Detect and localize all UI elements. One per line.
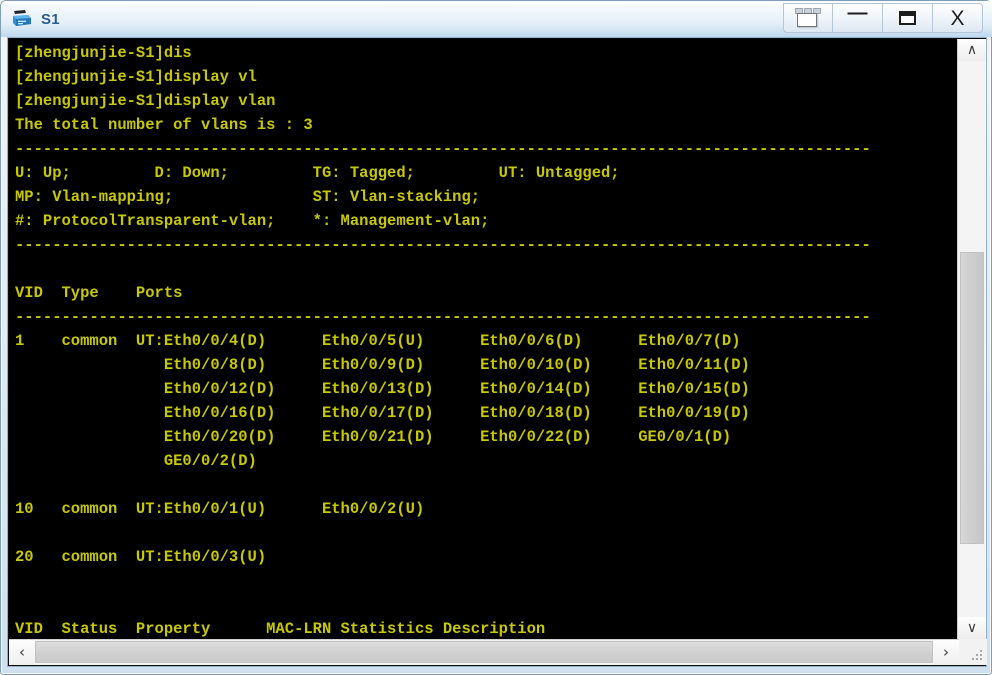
horizontal-scroll-track[interactable] <box>35 640 933 665</box>
scroll-left-button[interactable]: ‹ <box>9 640 35 665</box>
terminal-window: S1 — X [zhengjunjie-S1]dis [zhengjunjie-… <box>0 0 992 675</box>
maximize-button[interactable] <box>883 3 933 33</box>
terminal-frame: [zhengjunjie-S1]dis [zhengjunjie-S1]disp… <box>8 38 987 666</box>
minimize-button[interactable]: — <box>833 3 883 33</box>
title-bar-left: S1 <box>10 5 60 33</box>
scroll-up-button[interactable]: ∧ <box>958 39 986 61</box>
vertical-scrollbar[interactable]: ∧ ∨ <box>957 39 986 639</box>
chevron-down-icon: ∨ <box>966 620 978 636</box>
chevron-right-icon: › <box>943 643 949 661</box>
window-list-icon <box>795 8 821 28</box>
vertical-scroll-thumb[interactable] <box>960 252 984 544</box>
chevron-up-icon: ∧ <box>966 42 978 58</box>
switch-device-icon <box>10 7 34 31</box>
chevron-left-icon: ‹ <box>19 643 25 661</box>
resize-grip[interactable] <box>959 639 987 665</box>
minimize-icon: — <box>847 2 868 24</box>
window-controls: — X <box>783 3 983 35</box>
close-button[interactable]: X <box>933 3 983 33</box>
console-output-area[interactable]: [zhengjunjie-S1]dis [zhengjunjie-S1]disp… <box>9 39 957 639</box>
horizontal-scroll-thumb[interactable] <box>35 641 933 663</box>
scroll-down-button[interactable]: ∨ <box>958 617 986 639</box>
window-title: S1 <box>41 10 60 28</box>
title-bar[interactable]: S1 — X <box>1 1 992 37</box>
close-icon: X <box>950 6 965 30</box>
horizontal-scrollbar[interactable]: ‹ › <box>9 639 987 665</box>
vertical-scroll-track[interactable] <box>958 61 986 617</box>
console-text: [zhengjunjie-S1]dis [zhengjunjie-S1]disp… <box>15 44 871 638</box>
window-list-button[interactable] <box>783 3 833 33</box>
maximize-icon <box>899 11 916 25</box>
scroll-right-button[interactable]: › <box>933 640 959 665</box>
